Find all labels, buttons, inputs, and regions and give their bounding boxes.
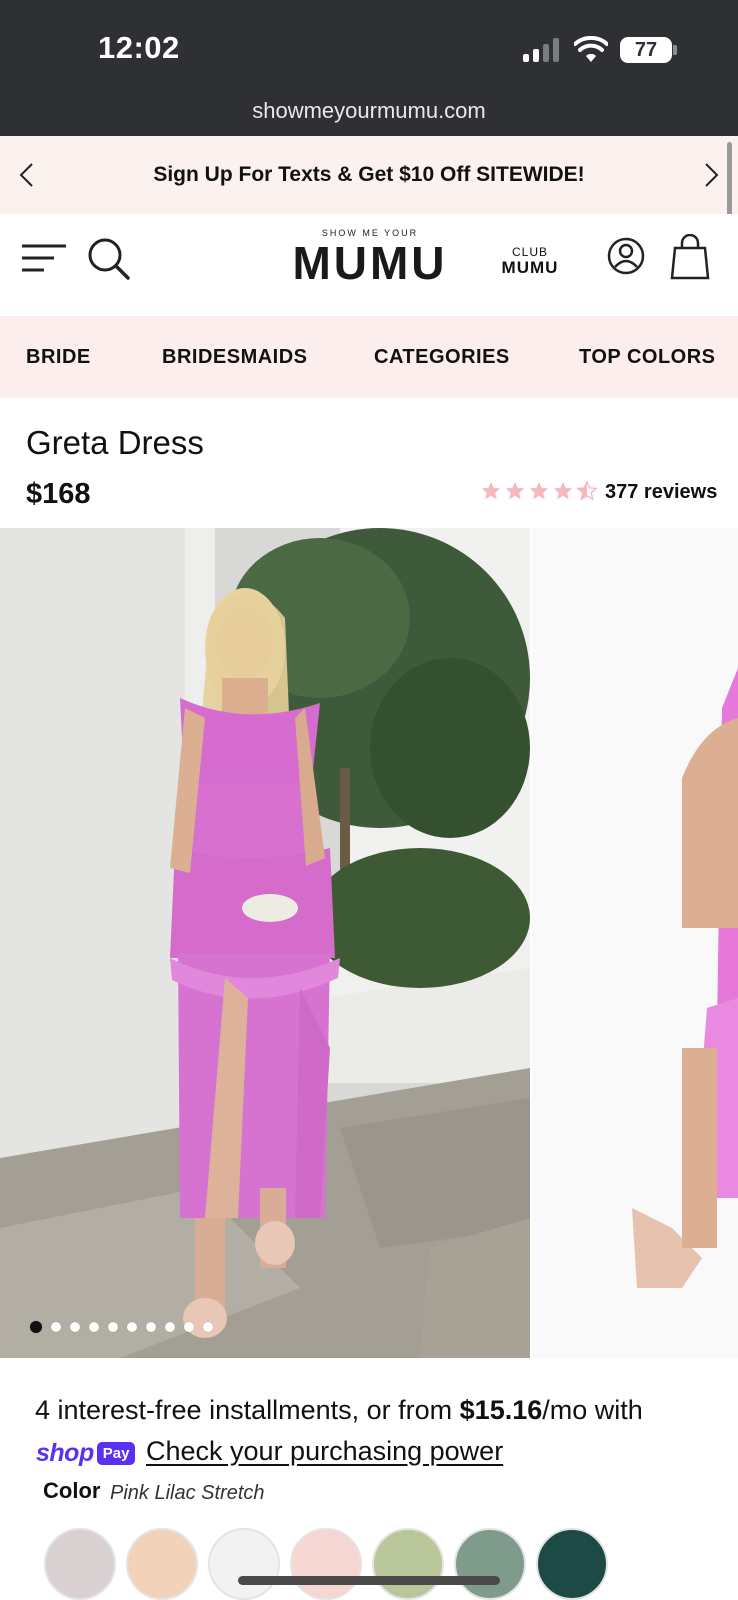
nav-item-bridesmaids[interactable]: BRIDESMAIDS	[162, 346, 308, 369]
club-mumu-link[interactable]: CLUB MUMU	[498, 244, 562, 276]
address-bar-url[interactable]: showmeyourmumu.com	[0, 98, 738, 124]
reviews-count-link[interactable]: 377 reviews	[605, 481, 717, 504]
mumu-logo[interactable]: SHOW ME YOUR MUMU	[290, 228, 450, 288]
color-swatch[interactable]	[372, 1528, 444, 1600]
chevron-right-icon[interactable]	[694, 158, 728, 192]
pagination-dot[interactable]	[184, 1322, 194, 1332]
star-icon	[553, 481, 573, 500]
installments-amount: $15.16	[459, 1395, 543, 1425]
pagination-dot[interactable]	[51, 1322, 61, 1332]
installments-text: 4 interest-free installments, or from $1…	[35, 1395, 643, 1426]
star-icon	[505, 481, 525, 500]
search-icon[interactable]	[86, 236, 132, 282]
site-header: SHOW ME YOUR MUMU CLUB MUMU	[0, 214, 738, 316]
color-swatch[interactable]	[454, 1528, 526, 1600]
nav-item-top-colors[interactable]: TOP COLORS	[579, 346, 716, 369]
color-swatch[interactable]	[126, 1528, 198, 1600]
pagination-dot[interactable]	[108, 1322, 118, 1332]
product-photo-main[interactable]	[0, 528, 530, 1358]
battery-indicator: 77	[620, 37, 672, 63]
pagination-dot[interactable]	[165, 1322, 175, 1332]
nav-item-categories[interactable]: CATEGORIES	[374, 346, 510, 369]
browser-chrome: 12:02 77 showmeyourmumu.com	[0, 0, 738, 136]
rating-stars[interactable]	[480, 480, 598, 506]
installments-prefix: 4 interest-free installments, or from	[35, 1395, 460, 1425]
category-nav: BRIDE BRIDESMAIDS CATEGORIES TOP COLORS	[0, 316, 738, 398]
shop-pay-wordmark: shop	[36, 1438, 94, 1467]
announcement-bar: Sign Up For Texts & Get $10 Off SITEWIDE…	[0, 136, 738, 214]
star-icon	[481, 481, 501, 500]
product-title: Greta Dress	[26, 424, 204, 461]
gallery-pagination[interactable]	[30, 1321, 213, 1333]
status-time: 12:02	[98, 30, 180, 65]
color-swatch[interactable]	[536, 1528, 608, 1600]
club-wordmark: MUMU	[501, 258, 559, 277]
color-swatch[interactable]	[290, 1528, 362, 1600]
pagination-dot[interactable]	[127, 1322, 137, 1332]
pagination-dot[interactable]	[70, 1322, 80, 1332]
star-half-icon	[576, 480, 598, 501]
home-indicator[interactable]	[238, 1576, 500, 1585]
cellular-signal-icon	[523, 38, 563, 62]
star-icon	[529, 481, 549, 500]
logo-wordmark: MUMU	[292, 237, 448, 289]
shopping-bag-icon[interactable]	[670, 234, 710, 280]
color-label: Color	[43, 1478, 101, 1503]
product-photo-next[interactable]	[532, 528, 738, 1358]
selected-color-name: Pink Lilac Stretch	[110, 1482, 265, 1504]
color-swatch[interactable]	[208, 1528, 280, 1600]
product-gallery[interactable]	[0, 528, 738, 1358]
color-swatches	[44, 1528, 608, 1600]
pagination-dot[interactable]	[89, 1322, 99, 1332]
nav-item-bride[interactable]: BRIDE	[26, 346, 91, 369]
hamburger-menu-icon[interactable]	[20, 240, 68, 276]
shop-pay-badge: Pay	[96, 1441, 136, 1465]
announcement-text[interactable]: Sign Up For Texts & Get $10 Off SITEWIDE…	[0, 163, 738, 187]
wifi-icon	[574, 36, 608, 62]
installments-suffix: /mo with	[542, 1395, 643, 1425]
pagination-dot[interactable]	[146, 1322, 156, 1332]
color-swatch[interactable]	[44, 1528, 116, 1600]
battery-nub	[673, 45, 677, 55]
purchasing-power-link[interactable]: Check your purchasing power	[146, 1436, 503, 1467]
pagination-dot[interactable]	[203, 1322, 213, 1332]
shop-pay-logo: shop Pay	[36, 1438, 136, 1468]
product-price: $168	[26, 478, 91, 510]
account-icon[interactable]	[606, 236, 646, 276]
pagination-dot[interactable]	[30, 1321, 42, 1333]
